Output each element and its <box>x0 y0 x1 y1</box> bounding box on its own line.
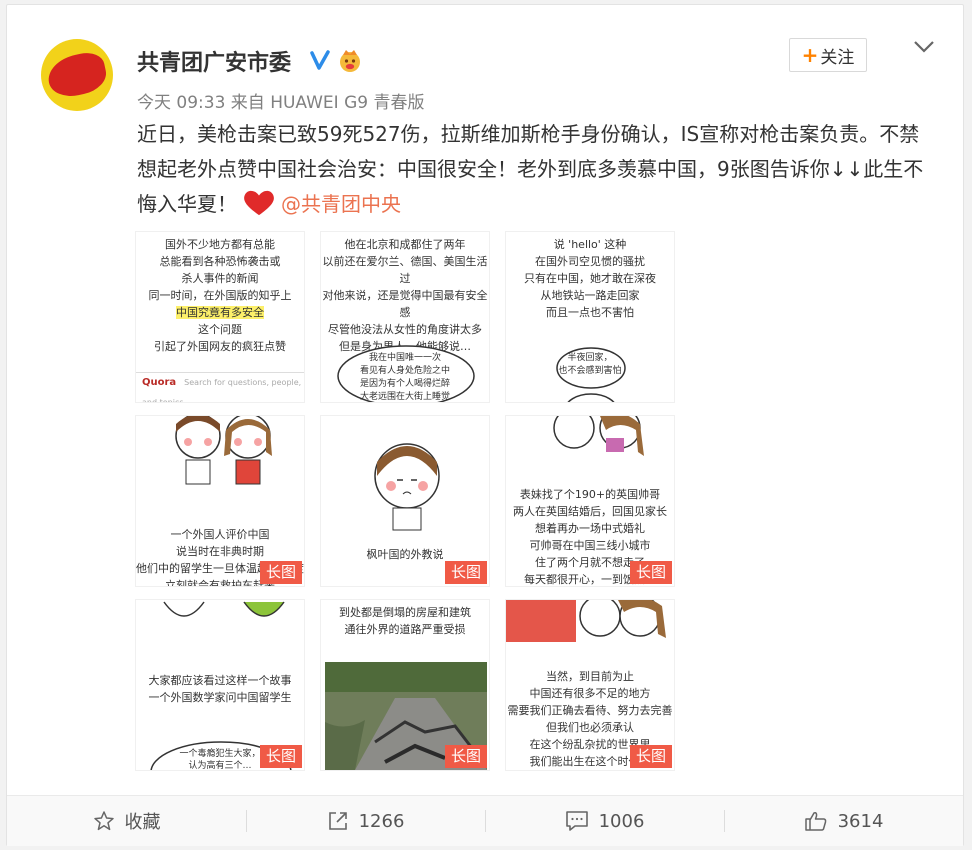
member-crown-icon <box>340 50 360 72</box>
star-icon <box>93 811 114 831</box>
image-caption: 说 'hello' 这种 在国外司空见惯的骚扰 只有在中国，她才敢在深夜 从地铁… <box>506 236 674 321</box>
caption-line: 尽管他没法从女性的角度讲太多 <box>328 323 482 336</box>
caption-line: 只有在中国，她才敢在深夜 <box>524 272 656 285</box>
like-count: 3614 <box>837 810 884 832</box>
long-image-tag: 长图 <box>259 561 302 584</box>
image-thumbnail-2[interactable]: 他在北京和成都住了两年 以前还在爱尔兰、德国、美国生活过 对他来说，还是觉得中国… <box>320 231 490 403</box>
favorite-label: 收藏 <box>124 812 161 833</box>
heart-emoji-icon <box>244 190 274 216</box>
like-button[interactable]: 3614 <box>724 796 963 846</box>
caption-line: 当然，到目前为止 <box>546 670 634 683</box>
bubble-text: 我在中国唯一一次 看见有人身处危险之中 是因为有个人喝得烂醉 大老远围在大街上睡… <box>321 352 489 402</box>
caption-line: 表妹找了个190+的英国帅哥 <box>519 488 661 501</box>
image-grid: 国外不少地方都有总能 总能看到各种恐怖袭击或 杀人事件的新闻 同一时间，在外国版… <box>135 231 675 771</box>
caption-line: 说 'hello' 这种 <box>553 238 627 251</box>
image-thumbnail-3[interactable]: 说 'hello' 这种 在国外司空见惯的骚扰 只有在中国，她才敢在深夜 从地铁… <box>505 231 675 403</box>
post-text: 近日，美枪击案已致59死527伤，拉斯维加斯枪手身份确认，IS宣称对枪击案负责。… <box>137 117 937 222</box>
long-image-tag: 长图 <box>444 561 487 584</box>
cartoon-face-illustration <box>374 443 440 531</box>
caption-line: 国外不少地方都有总能 <box>165 238 275 251</box>
long-image-tag: 长图 <box>259 745 302 768</box>
favorite-button[interactable]: 收藏 <box>7 796 246 846</box>
caption-line: 这个问题 <box>198 323 242 336</box>
bubble-line: 大老远围在大街上睡觉 <box>359 392 450 402</box>
caption-line: 同一时间，在外国版的知乎上 <box>148 289 292 302</box>
bubble-line: 我在中国唯一一次 <box>368 353 441 363</box>
couple-illustration <box>553 416 644 456</box>
caption-line: 通往外界的道路严重受损 <box>344 623 466 636</box>
post-meta: 今天 09:33 来自 HUAWEI G9 青春版 <box>137 93 425 113</box>
bubble-line: 也不会感到害怕 <box>558 366 622 376</box>
image-thumbnail-1[interactable]: 国外不少地方都有总能 总能看到各种恐怖袭击或 杀人事件的新闻 同一时间，在外国版… <box>135 231 305 403</box>
bubble-text: 半夜回家， 也不会感到害怕 <box>506 352 674 378</box>
youth-league-logo-icon <box>44 49 110 101</box>
two-girls-illustration <box>175 416 272 485</box>
thumbs-up-icon <box>804 812 826 831</box>
image-caption: 他在北京和成都住了两年 以前还在爱尔兰、德国、美国生活过 对他来说，还是觉得中国… <box>321 236 489 355</box>
repost-count: 1266 <box>358 810 405 832</box>
image-caption: 国外不少地方都有总能 总能看到各种恐怖袭击或 杀人事件的新闻 同一时间，在外国版… <box>136 236 304 355</box>
caption-line: 而且一点也不害怕 <box>546 306 634 319</box>
caption-line: 到处都是倒塌的房屋和建筑 <box>339 606 471 619</box>
image-thumbnail-5[interactable]: 枫叶国的外教说 长图 <box>320 415 490 587</box>
account-name[interactable]: 共青团广安市委 <box>137 45 291 77</box>
caption-line-highlight: 中国究竟有多安全 <box>176 306 264 319</box>
image-thumbnail-7[interactable]: 大家都应该看过这样一个故事 一个外国数学家问中国留学生 一个毒瘾犯生大家， 认为… <box>135 599 305 771</box>
comment-count: 1006 <box>598 810 645 832</box>
cartoon-head-illustration <box>567 393 615 402</box>
caption-line: 一个外国人评价中国 <box>170 528 270 541</box>
caption-line: 引起了外国网友的疯狂点赞 <box>154 340 286 353</box>
bubble-line: 是因为有个人喝得烂醉 <box>359 379 450 389</box>
caption-line: 从地铁站一路走回家 <box>540 289 640 302</box>
caption-line: 他在北京和成都住了两年 <box>344 238 466 251</box>
verified-badge-icon <box>310 50 330 70</box>
caption-line: 两人在英国结婚后，回国见家长 <box>513 505 667 518</box>
caption-line: 说当时在非典时期 <box>176 545 264 558</box>
image-caption: 大家都应该看过这样一个故事 一个外国数学家问中国留学生 <box>136 672 304 706</box>
comment-button[interactable]: 1006 <box>485 796 724 846</box>
quora-logo: Quora <box>142 377 177 388</box>
bubble-line: 半夜回家， <box>567 353 613 363</box>
caption-line: 杀人事件的新闻 <box>181 272 259 285</box>
cartoon-characters-illustration <box>163 601 285 617</box>
repost-icon <box>328 812 347 830</box>
chevron-down-icon[interactable] <box>913 39 935 55</box>
plus-icon: + <box>801 43 819 67</box>
long-image-tag: 长图 <box>629 561 672 584</box>
follow-label: 关注 <box>820 47 855 68</box>
comment-icon <box>565 811 588 831</box>
mention-link[interactable]: @共青团中央 <box>281 192 401 216</box>
image-thumbnail-4[interactable]: 一个外国人评价中国 说当时在非典时期 他们中的留学生一旦体温超过37度 立刻就会… <box>135 415 305 587</box>
caption-line: 但我们也必须承认 <box>546 721 634 734</box>
image-thumbnail-6[interactable]: 表妹找了个190+的英国帅哥 两人在英国结婚后，回国见家长 想着再办一场中式婚礼… <box>505 415 675 587</box>
follow-button[interactable]: + 关注 <box>789 38 867 72</box>
caption-line: 一个外国数学家问中国留学生 <box>148 691 292 704</box>
caption-line: 想着再办一场中式婚礼 <box>535 522 645 535</box>
caption-line: 中国还有很多不足的地方 <box>529 687 651 700</box>
girls-illustration <box>506 600 666 642</box>
caption-line: 在国外司空见惯的骚扰 <box>535 255 645 268</box>
image-caption: 到处都是倒塌的房屋和建筑 通往外界的道路严重受损 <box>321 604 489 638</box>
long-image-tag: 长图 <box>629 745 672 768</box>
caption-line: 以前还在爱尔兰、德国、美国生活过 <box>322 255 488 285</box>
image-thumbnail-9[interactable]: 当然，到目前为止 中国还有很多不足的地方 需要我们正确去看待、努力去完善 但我们… <box>505 599 675 771</box>
caption-line: 可帅哥在中国三线小城市 <box>529 539 651 552</box>
bubble-line: 看见有人身处危险之中 <box>359 366 450 376</box>
caption-line: 对他来说，还是觉得中国最有安全感 <box>322 289 488 319</box>
long-image-tag: 长图 <box>444 745 487 768</box>
weibo-post-card: 共青团广安市委 今天 09:33 来自 HUAWEI G9 青春版 + 关注 近… <box>6 4 964 846</box>
caption-line: 需要我们正确去看待、努力去完善 <box>507 704 673 717</box>
repost-button[interactable]: 1266 <box>246 796 485 846</box>
image-thumbnail-8[interactable]: 到处都是倒塌的房屋和建筑 通往外界的道路严重受损 长图 <box>320 599 490 771</box>
quora-search-bar: Quora Search for questions, people, and t… <box>136 372 304 402</box>
caption-line: 总能看到各种恐怖袭击或 <box>159 255 281 268</box>
action-bar: 收藏 1266 1006 3614 <box>7 795 963 846</box>
avatar[interactable] <box>41 39 113 111</box>
caption-line: 大家都应该看过这样一个故事 <box>148 674 292 687</box>
